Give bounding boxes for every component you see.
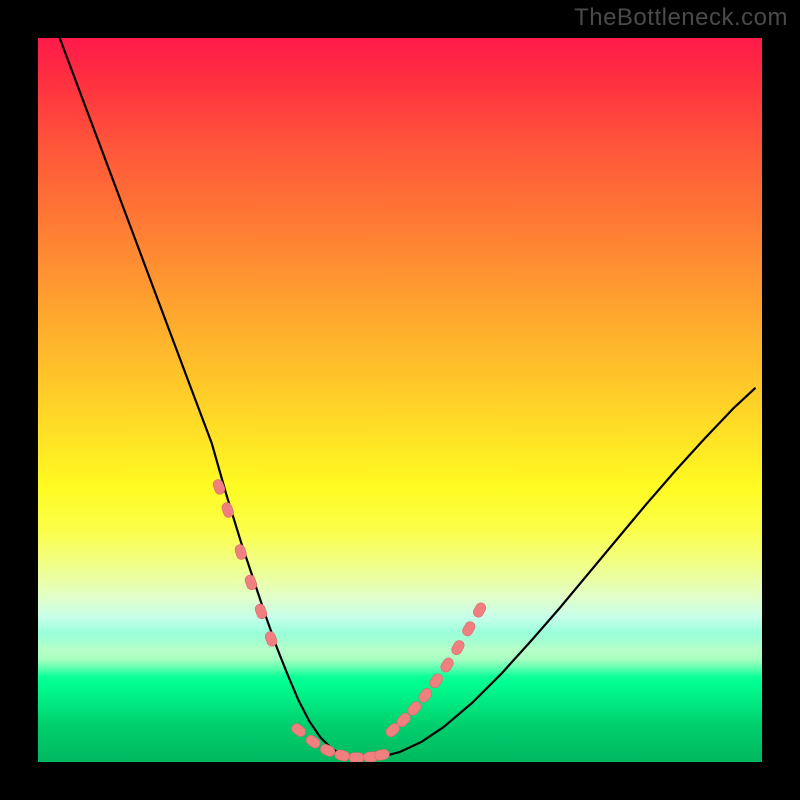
watermark-text: TheBottleneck.com [574,4,788,32]
marker-pill [417,686,434,704]
marker-pill [472,601,488,619]
marker-pill [450,639,466,657]
marker-pill [374,748,391,761]
marker-pill [290,722,308,739]
marker-pill [439,656,456,674]
marker-pill [461,620,477,638]
bottleneck-curve-path [60,38,755,759]
chart-svg [38,38,762,762]
marker-pill [349,752,364,762]
marker-layer [212,478,488,762]
marker-pill [428,672,445,690]
marker-pill [212,478,227,496]
marker-pill [319,743,337,758]
plot-area [38,38,762,762]
curve-layer [60,38,755,759]
